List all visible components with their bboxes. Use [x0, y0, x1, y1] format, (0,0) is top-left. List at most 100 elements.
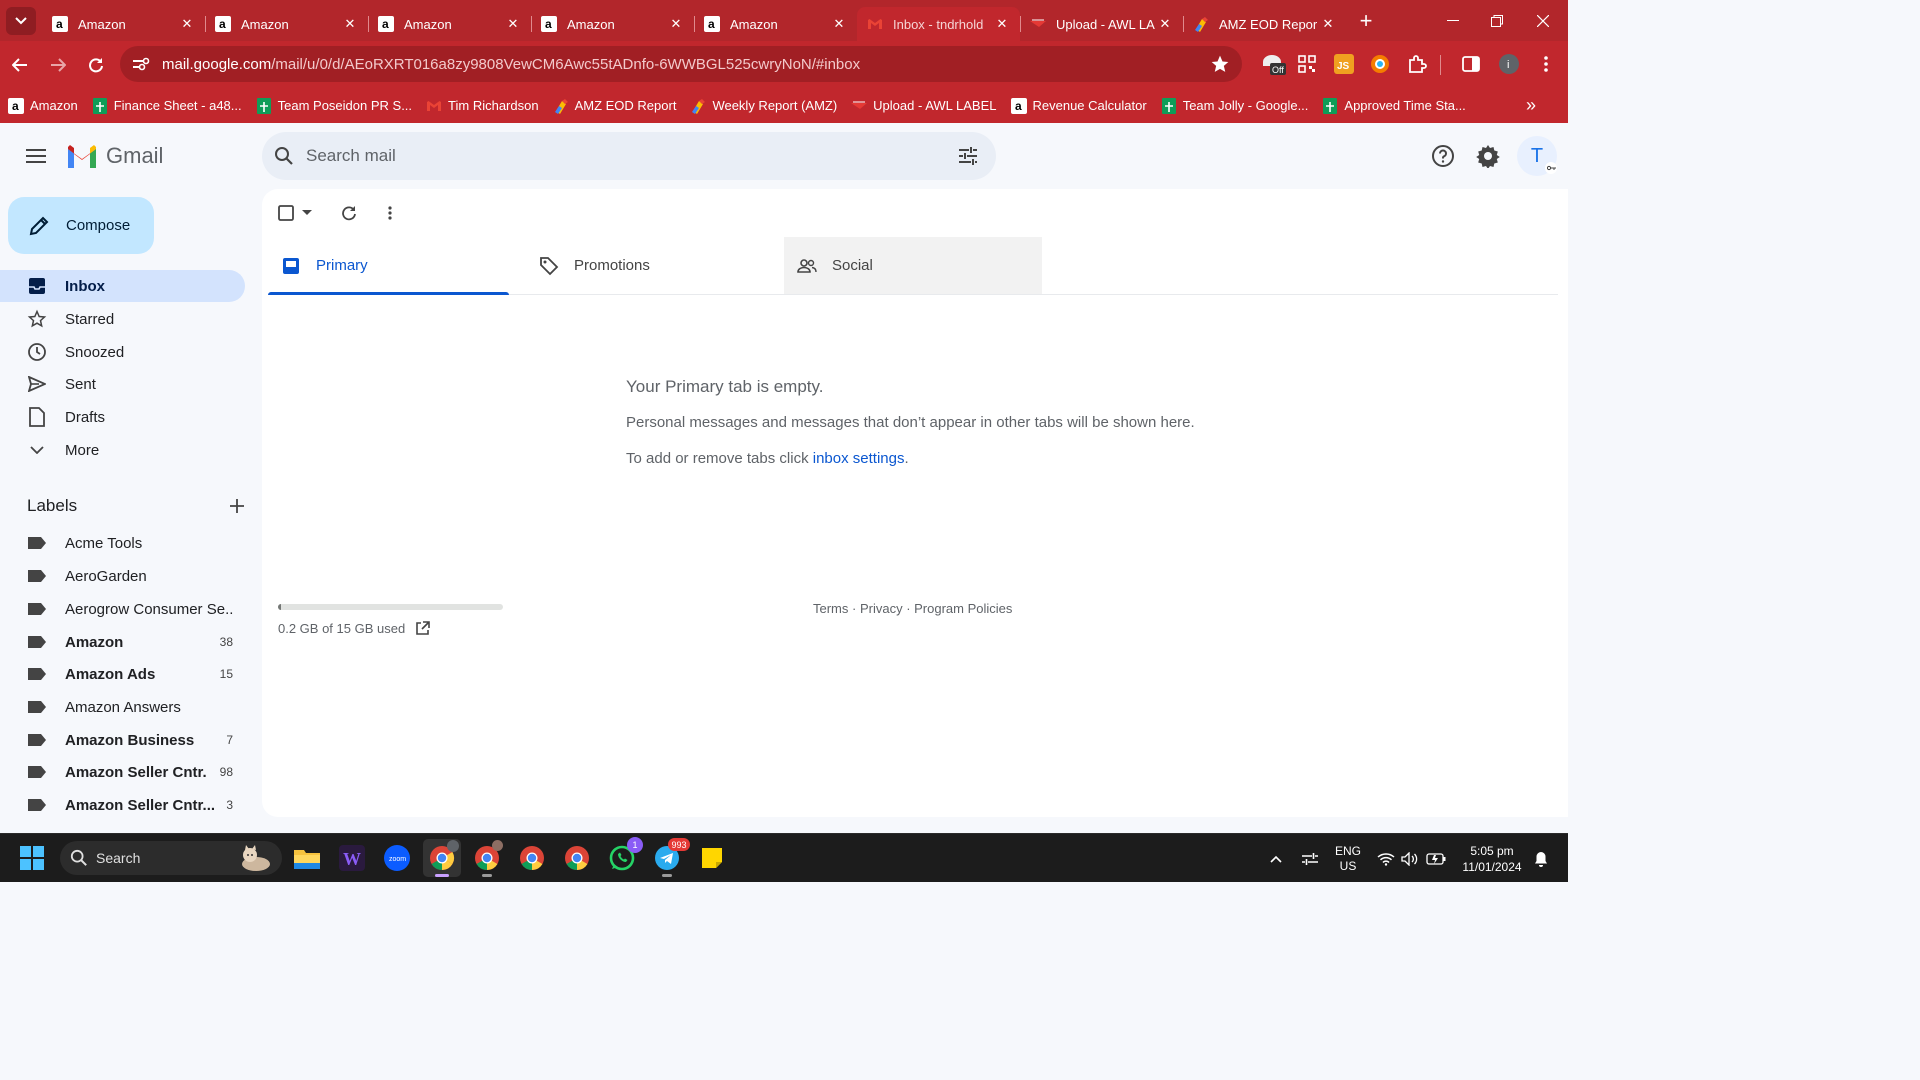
close-tab-icon[interactable]: ✕ [1320, 16, 1336, 32]
zoom-icon[interactable]: zoom [378, 839, 416, 877]
chrome-profile-2-icon[interactable] [468, 839, 506, 877]
close-tab-icon[interactable]: ✕ [342, 16, 358, 32]
bookmark-item[interactable]: Team Jolly - Google... [1161, 97, 1308, 114]
search-input[interactable] [306, 146, 906, 166]
browser-tab-active[interactable]: Inbox - tndrhold ✕ [857, 7, 1020, 41]
nav-snoozed[interactable]: Snoozed [0, 336, 245, 368]
close-tab-icon[interactable]: ✕ [831, 16, 847, 32]
tab-promotions[interactable]: Promotions [526, 237, 784, 294]
bookmark-item[interactable]: Tim Richardson [426, 98, 539, 114]
label-item[interactable]: Aerogrow Consumer Se... [0, 593, 245, 625]
side-panel-icon[interactable] [1457, 50, 1485, 78]
label-item[interactable]: Acme Tools [0, 527, 245, 559]
browser-tab[interactable]: a Amazon ✕ [531, 7, 694, 41]
nav-more[interactable]: More [0, 434, 245, 466]
settings-gear-icon[interactable] [1468, 136, 1508, 176]
taskbar-search[interactable]: Search [60, 841, 282, 875]
more-options-icon[interactable] [388, 206, 392, 220]
bookmark-item[interactable]: Upload - AWL LABEL [851, 98, 997, 114]
w-app-icon[interactable]: W [333, 839, 371, 877]
windows-start-icon[interactable] [13, 839, 51, 877]
main-menu-icon[interactable] [16, 136, 56, 176]
tab-search-button[interactable] [6, 6, 36, 35]
bookmark-item[interactable]: AMZ EOD Report [553, 98, 676, 114]
network-settings-icon[interactable] [1296, 834, 1324, 883]
battery-icon[interactable] [1423, 834, 1449, 883]
forward-icon[interactable] [40, 47, 76, 83]
close-tab-icon[interactable]: ✕ [994, 16, 1010, 32]
caret-down-icon[interactable] [302, 210, 312, 216]
tab-social[interactable]: Social [784, 237, 1042, 294]
nav-inbox[interactable]: Inbox [0, 270, 245, 302]
clock[interactable]: 5:05 pm 11/01/2024 [1456, 834, 1528, 883]
new-tab-button[interactable]: + [1352, 7, 1380, 35]
bookmark-star-icon[interactable] [1210, 54, 1230, 74]
privacy-link[interactable]: Privacy [860, 601, 903, 616]
label-item[interactable]: Amazon 38 [0, 626, 245, 658]
label-item[interactable]: Amazon Business 7 [0, 724, 245, 756]
label-item[interactable]: Amazon Answers [0, 691, 245, 723]
compose-button[interactable]: Compose [8, 197, 154, 254]
extensions-puzzle-icon[interactable] [1403, 50, 1431, 78]
close-tab-icon[interactable]: ✕ [668, 16, 684, 32]
restore-icon[interactable] [1474, 0, 1520, 41]
chrome-profile-1-icon[interactable] [423, 839, 461, 877]
sticky-notes-icon[interactable] [693, 839, 731, 877]
inbox-settings-link[interactable]: inbox settings [813, 450, 905, 467]
minimize-icon[interactable] [1430, 0, 1476, 41]
file-explorer-icon[interactable] [288, 839, 326, 877]
notification-bell-icon[interactable] [1530, 834, 1552, 883]
close-window-icon[interactable] [1520, 0, 1566, 41]
browser-tab[interactable]: AMZ EOD Repor ✕ [1183, 7, 1346, 41]
js-extension-icon[interactable]: JS [1330, 50, 1358, 78]
nav-drafts[interactable]: Drafts [0, 401, 245, 433]
reload-icon[interactable] [78, 47, 114, 83]
site-settings-icon[interactable] [132, 57, 156, 71]
color-picker-icon[interactable] [1366, 50, 1394, 78]
more-bookmarks-icon[interactable]: » [1526, 95, 1536, 116]
volume-icon[interactable] [1398, 834, 1422, 883]
address-bar[interactable]: mail.google.com/mail/u/0/d/AEoRXRT016a8z… [120, 46, 1242, 82]
back-icon[interactable] [2, 47, 38, 83]
external-link-icon[interactable] [415, 621, 431, 636]
browser-tab[interactable]: a Amazon ✕ [694, 7, 857, 41]
close-tab-icon[interactable]: ✕ [179, 16, 195, 32]
bookmark-item[interactable]: Team Poseidon PR S... [256, 97, 412, 114]
whatsapp-icon[interactable]: 1 [603, 837, 643, 877]
add-label-icon[interactable] [223, 492, 251, 520]
label-item[interactable]: Amazon Seller Cntr. 98 [0, 756, 245, 788]
qr-code-icon[interactable] [1293, 50, 1321, 78]
account-avatar[interactable]: T [1517, 136, 1557, 176]
wifi-icon[interactable] [1374, 834, 1398, 883]
gmail-logo[interactable]: Gmail [66, 143, 163, 169]
nav-starred[interactable]: Starred [0, 303, 245, 335]
help-icon[interactable] [1423, 136, 1463, 176]
close-tab-icon[interactable]: ✕ [505, 16, 521, 32]
chrome-profile-3-icon[interactable] [513, 839, 551, 877]
search-bar[interactable] [262, 132, 996, 180]
input-language[interactable]: ENG US [1330, 834, 1366, 883]
show-hidden-icons-icon[interactable] [1262, 834, 1290, 883]
browser-tab[interactable]: a Amazon ✕ [205, 7, 368, 41]
extension-off-icon[interactable]: Off [1259, 50, 1287, 78]
browser-tab[interactable]: a Amazon ✕ [368, 7, 531, 41]
browser-menu-icon[interactable] [1532, 50, 1560, 78]
nav-sent[interactable]: Sent [0, 368, 245, 400]
bookmark-item[interactable]: a Revenue Calculator [1010, 97, 1147, 114]
search-options-icon[interactable] [958, 146, 978, 166]
tab-primary[interactable]: Primary [268, 237, 509, 295]
telegram-icon[interactable]: 993 [648, 838, 690, 877]
bookmark-item[interactable]: a Amazon [8, 97, 78, 114]
search-icon[interactable] [274, 146, 294, 166]
bookmark-item[interactable]: Weekly Report (AMZ) [690, 98, 837, 114]
bookmark-item[interactable]: Finance Sheet - a48... [92, 97, 242, 114]
label-item[interactable]: AeroGarden [0, 560, 245, 592]
chrome-profile-4-icon[interactable] [558, 839, 596, 877]
terms-link[interactable]: Terms [813, 601, 848, 616]
close-tab-icon[interactable]: ✕ [1157, 16, 1173, 32]
profile-avatar[interactable]: i [1495, 50, 1523, 78]
checkbox-icon[interactable] [278, 205, 294, 221]
refresh-icon[interactable] [341, 205, 357, 221]
label-item[interactable]: Amazon Seller Cntr... 3 [0, 789, 245, 821]
select-all-control[interactable] [278, 205, 312, 221]
